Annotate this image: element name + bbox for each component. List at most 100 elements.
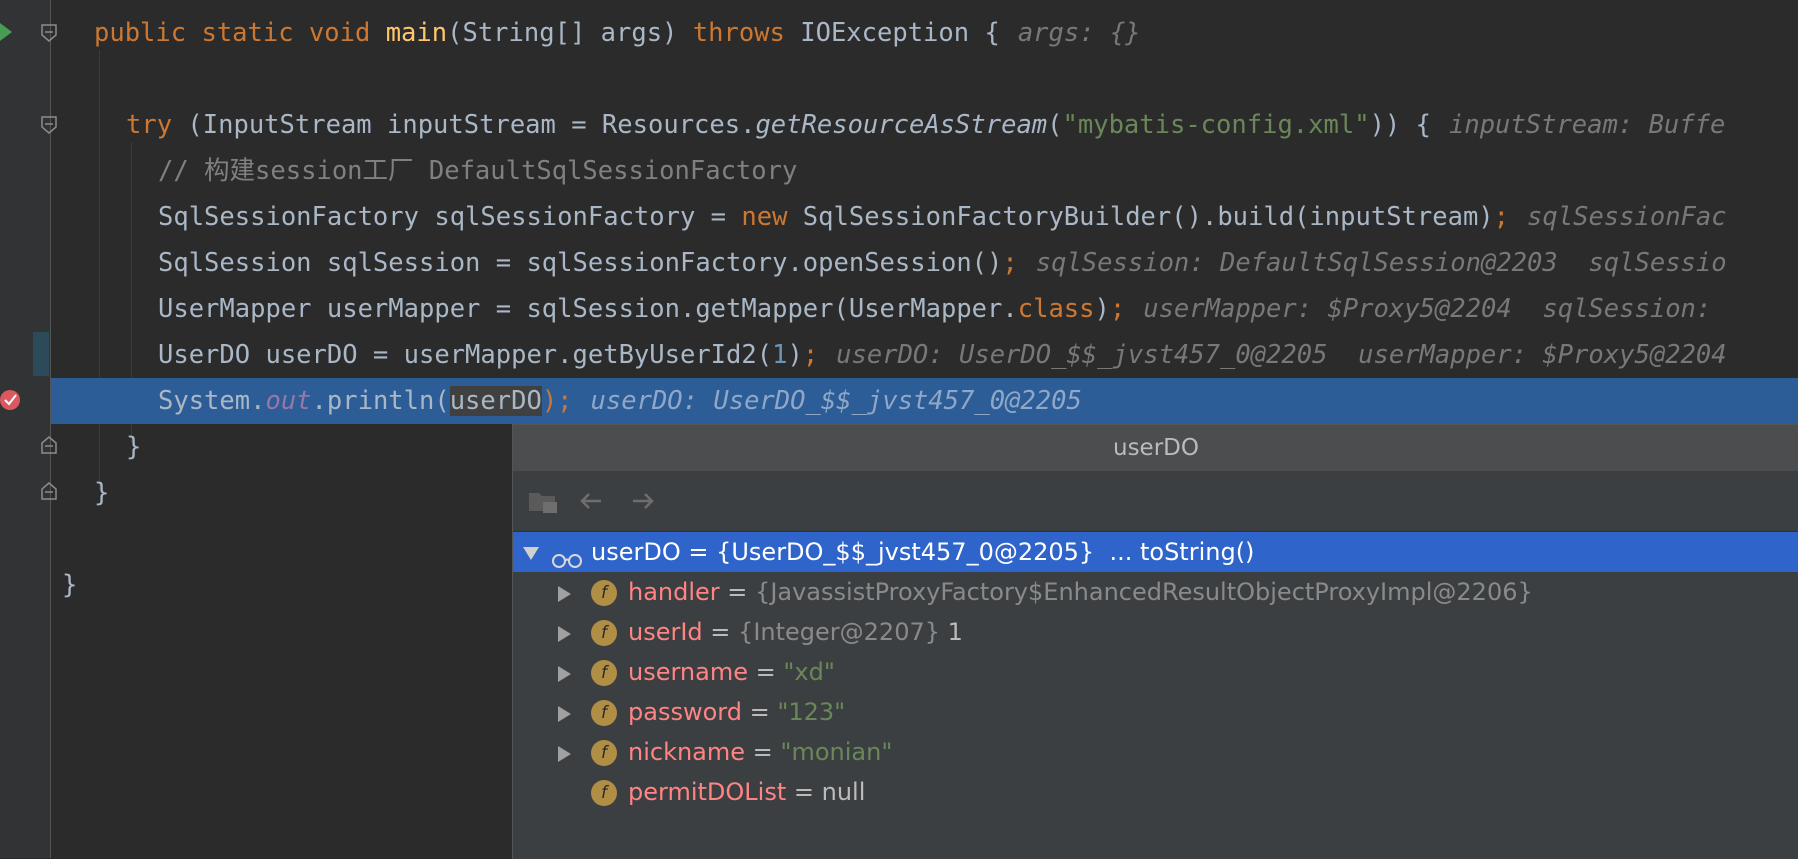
code-token: ; — [1493, 202, 1510, 232]
field-value: "123" — [777, 698, 846, 726]
code-token: ) — [1094, 294, 1110, 324]
code-token: ( — [1047, 110, 1063, 140]
field-name: permitDOList — [628, 778, 787, 806]
code-token: 1 — [772, 340, 788, 370]
popup-toolbar — [513, 471, 1798, 532]
field-eq: = — [702, 618, 739, 646]
field-icon: f — [591, 700, 617, 726]
field-name: handler — [628, 578, 720, 606]
code-token: ); — [541, 386, 573, 416]
expand-arrow-icon[interactable] — [558, 706, 571, 722]
field-name: password — [628, 698, 742, 726]
run-arrow-icon[interactable] — [0, 23, 12, 41]
editor-gutter — [0, 0, 57, 858]
inline-debug-hint: userDO: UserDO_$$_jvst457_0@2205 — [590, 386, 1082, 416]
tree-row-field[interactable]: f password = "123" — [513, 692, 1798, 732]
field-value: "monian" — [780, 738, 893, 766]
back-arrow-icon[interactable] — [577, 487, 605, 521]
code-line[interactable]: UserMapper userMapper = sqlSession.getMa… — [51, 286, 1798, 332]
field-icon: f — [591, 740, 617, 766]
tree-row-field[interactable]: f userId = {Integer@2207} 1 — [513, 612, 1798, 652]
breakpoint-icon[interactable] — [0, 390, 20, 410]
code-token: main — [385, 18, 448, 48]
tree-row-field[interactable]: f username = "xd" — [513, 652, 1798, 692]
field-name: userId — [628, 618, 703, 646]
code-token: ; — [1109, 294, 1126, 324]
tree-row-root[interactable]: userDO = {UserDO_$$_jvst457_0@2205} ... … — [513, 532, 1798, 572]
selected-expression[interactable]: userDO — [449, 386, 542, 416]
code-token: .println( — [311, 386, 450, 416]
inline-debug-hint: sqlSession: DefaultSqlSession@2203 sqlSe… — [1035, 248, 1727, 278]
inline-debug-hint: userMapper: $Proxy5@2204 sqlSession: — [1143, 294, 1712, 324]
inline-debug-hint: args: {} — [1017, 18, 1141, 48]
field-type: {Integer@2207} — [738, 618, 940, 646]
code-token: ; — [802, 340, 819, 370]
tostring-link[interactable]: ... toString() — [1109, 538, 1254, 566]
field-icon: f — [591, 620, 617, 646]
code-line[interactable]: try (InputStream inputStream = Resources… — [51, 102, 1798, 148]
code-token: System. — [158, 386, 266, 416]
variables-tree[interactable]: userDO = {UserDO_$$_jvst457_0@2205} ... … — [513, 532, 1798, 812]
code-token: } — [94, 478, 110, 508]
code-token: ) — [787, 340, 803, 370]
code-line[interactable]: // 构建session工厂 DefaultSqlSessionFactory — [51, 148, 1798, 194]
code-line[interactable]: UserDO userDO = userMapper.getByUserId2(… — [51, 332, 1798, 378]
code-token: (String[] args) — [447, 18, 693, 48]
field-value: "xd" — [783, 658, 835, 686]
code-token: new — [741, 202, 788, 232]
change-marker — [33, 332, 49, 376]
field-name: username — [628, 658, 748, 686]
code-token: } — [126, 432, 142, 462]
code-token: ; — [1002, 248, 1018, 278]
field-value: 1 — [940, 618, 963, 646]
expand-arrow-icon[interactable] — [523, 547, 539, 560]
code-token: try — [126, 110, 173, 140]
expand-arrow-icon[interactable] — [558, 746, 571, 762]
tree-row-field[interactable]: f permitDOList = null — [513, 772, 1798, 812]
root-value-label: userDO = {UserDO_$$_jvst457_0@2205} — [591, 538, 1095, 566]
expand-arrow-icon[interactable] — [558, 666, 571, 682]
expand-arrow-icon[interactable] — [558, 626, 571, 642]
code-token: } — [62, 570, 78, 600]
expand-arrow-icon[interactable] — [558, 586, 571, 602]
popup-title: userDO — [513, 425, 1798, 471]
inline-debug-hint: userDO: UserDO_$$_jvst457_0@2205 userMap… — [836, 340, 1727, 370]
field-value: null — [821, 778, 866, 806]
field-eq: = — [786, 778, 822, 806]
forward-arrow-icon[interactable] — [629, 487, 657, 521]
code-token: public static void — [94, 18, 386, 48]
field-eq: = — [719, 578, 756, 606]
field-icon: f — [591, 580, 617, 606]
field-name: nickname — [628, 738, 746, 766]
code-line[interactable]: SqlSessionFactory sqlSessionFactory = ne… — [51, 194, 1798, 240]
code-token: (InputStream inputStream = Resources. — [172, 110, 756, 140]
inline-debug-hint: inputStream: Buffe — [1448, 110, 1726, 140]
code-token: SqlSessionFactoryBuilder().build(inputSt… — [787, 202, 1494, 232]
field-type: {JavassistProxyFactory$EnhancedResultObj… — [755, 578, 1533, 606]
code-token: SqlSession sqlSession = sqlSessionFactor… — [158, 248, 1003, 278]
code-token: UserMapper userMapper = sqlSession.getMa… — [158, 294, 1018, 324]
inline-debug-hint: sqlSessionFac — [1527, 202, 1727, 232]
code-line[interactable]: SqlSession sqlSession = sqlSessionFactor… — [51, 240, 1798, 286]
tree-row-field[interactable]: f handler = {JavassistProxyFactory$Enhan… — [513, 572, 1798, 612]
code-token: )) { — [1369, 110, 1431, 140]
debug-value-popup: userDO userDO = {UserDO_$$_jvst457_0@220… — [512, 424, 1798, 859]
code-token: UserDO userDO = userMapper.getByUserId2( — [158, 340, 773, 370]
code-token: "mybatis-config.xml" — [1062, 110, 1370, 140]
code-token: getResourceAsStream — [755, 110, 1048, 140]
field-icon: f — [591, 780, 617, 806]
code-comment: // 构建session工厂 DefaultSqlSessionFactory — [158, 156, 798, 186]
code-token: throws — [692, 18, 785, 48]
tree-row-field[interactable]: f nickname = "monian" — [513, 732, 1798, 772]
field-eq: = — [748, 658, 784, 686]
field-icon: f — [591, 660, 617, 686]
current-execution-line[interactable]: System.out.println(userDO); userDO: UserD… — [51, 378, 1798, 424]
code-token: IOException { — [784, 18, 1000, 48]
code-token: class — [1017, 294, 1095, 324]
field-eq: = — [745, 738, 781, 766]
field-eq: = — [741, 698, 778, 726]
code-line[interactable]: public static void main(String[] args) t… — [51, 10, 1798, 56]
folder-icon[interactable] — [527, 487, 559, 521]
code-token: out — [265, 386, 312, 416]
code-token: SqlSessionFactory sqlSessionFactory = — [158, 202, 742, 232]
